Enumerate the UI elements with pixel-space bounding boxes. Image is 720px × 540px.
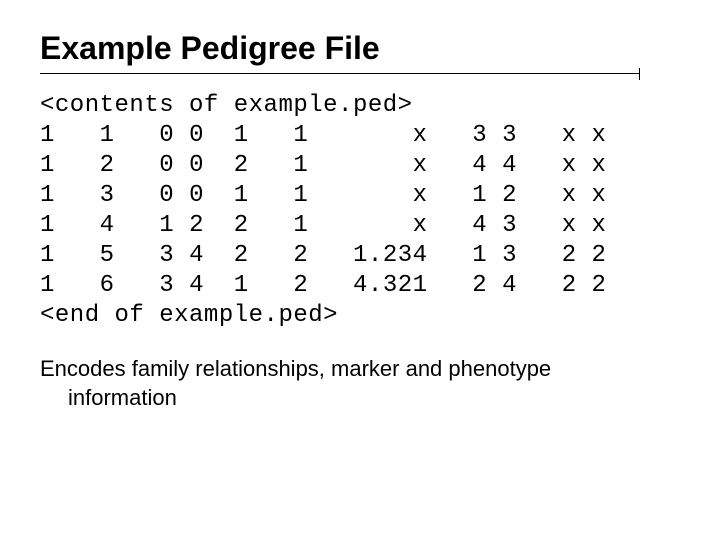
ped-pheno: x [353, 152, 428, 179]
ped-m1b: 4 [502, 272, 517, 299]
ped-pheno: 4.321 [353, 272, 428, 299]
ped-sex: 1 [234, 182, 249, 209]
ped-pheno: 1.234 [353, 242, 428, 269]
pedigree-block: <contents of example.ped> 1 1 0 0 1 1 x … [40, 91, 680, 331]
ped-m1a: 1 [472, 242, 487, 269]
ped-m2b: x [592, 212, 607, 239]
ped-m1b: 3 [502, 212, 517, 239]
ped-sex: 2 [234, 242, 249, 269]
slide: Example Pedigree File <contents of examp… [0, 0, 720, 540]
ped-fa: 0 [159, 122, 174, 149]
ped-m1b: 2 [502, 182, 517, 209]
ped-id: 1 [100, 122, 115, 149]
ped-fa: 3 [159, 272, 174, 299]
ped-m1a: 4 [472, 212, 487, 239]
ped-mo: 4 [189, 242, 204, 269]
ped-m1a: 4 [472, 152, 487, 179]
ped-close-tag: <end of example.ped> [40, 302, 338, 329]
ped-m2b: 2 [592, 242, 607, 269]
ped-id: 2 [100, 152, 115, 179]
ped-m1a: 3 [472, 122, 487, 149]
ped-fa: 3 [159, 242, 174, 269]
ped-mo: 2 [189, 212, 204, 239]
caption-line2: information [40, 384, 680, 413]
ped-row: 1 5 3 4 2 2 1.234 1 3 2 2 [40, 242, 606, 269]
ped-row: 1 2 0 0 2 1 x 4 4 x x [40, 152, 606, 179]
ped-fa: 0 [159, 152, 174, 179]
caption: Encodes family relationships, marker and… [40, 355, 680, 412]
ped-aff: 1 [293, 152, 308, 179]
ped-aff: 2 [293, 242, 308, 269]
rule-tick [639, 68, 640, 80]
ped-aff: 1 [293, 182, 308, 209]
ped-id: 5 [100, 242, 115, 269]
ped-sex: 1 [234, 272, 249, 299]
caption-line1: Encodes family relationships, marker and… [40, 356, 551, 381]
ped-pheno: x [353, 122, 428, 149]
ped-fam: 1 [40, 272, 55, 299]
ped-open-tag: <contents of example.ped> [40, 92, 413, 119]
ped-pheno: x [353, 182, 428, 209]
ped-id: 4 [100, 212, 115, 239]
ped-mo: 0 [189, 182, 204, 209]
ped-m1b: 3 [502, 122, 517, 149]
ped-m2b: x [592, 152, 607, 179]
page-title: Example Pedigree File [40, 30, 680, 67]
ped-fam: 1 [40, 122, 55, 149]
ped-fam: 1 [40, 182, 55, 209]
ped-m2b: x [592, 122, 607, 149]
ped-id: 3 [100, 182, 115, 209]
ped-fa: 0 [159, 182, 174, 209]
ped-fam: 1 [40, 152, 55, 179]
ped-m2a: x [562, 182, 577, 209]
ped-id: 6 [100, 272, 115, 299]
ped-aff: 1 [293, 122, 308, 149]
ped-sex: 1 [234, 122, 249, 149]
ped-aff: 2 [293, 272, 308, 299]
ped-m2b: x [592, 182, 607, 209]
ped-m1b: 4 [502, 152, 517, 179]
ped-fam: 1 [40, 242, 55, 269]
rule-line [40, 73, 640, 74]
ped-m2b: 2 [592, 272, 607, 299]
ped-mo: 0 [189, 122, 204, 149]
ped-mo: 0 [189, 152, 204, 179]
ped-m2a: x [562, 212, 577, 239]
ped-sex: 2 [234, 212, 249, 239]
ped-row: 1 6 3 4 1 2 4.321 2 4 2 2 [40, 272, 606, 299]
ped-m2a: x [562, 152, 577, 179]
ped-m1b: 3 [502, 242, 517, 269]
ped-m2a: x [562, 122, 577, 149]
ped-m1a: 2 [472, 272, 487, 299]
ped-fam: 1 [40, 212, 55, 239]
ped-sex: 2 [234, 152, 249, 179]
ped-m1a: 1 [472, 182, 487, 209]
ped-fa: 1 [159, 212, 174, 239]
ped-row: 1 1 0 0 1 1 x 3 3 x x [40, 122, 606, 149]
ped-aff: 1 [293, 212, 308, 239]
ped-mo: 4 [189, 272, 204, 299]
ped-row: 1 3 0 0 1 1 x 1 2 x x [40, 182, 606, 209]
ped-m2a: 2 [562, 272, 577, 299]
ped-m2a: 2 [562, 242, 577, 269]
ped-row: 1 4 1 2 2 1 x 4 3 x x [40, 212, 606, 239]
ped-pheno: x [353, 212, 428, 239]
